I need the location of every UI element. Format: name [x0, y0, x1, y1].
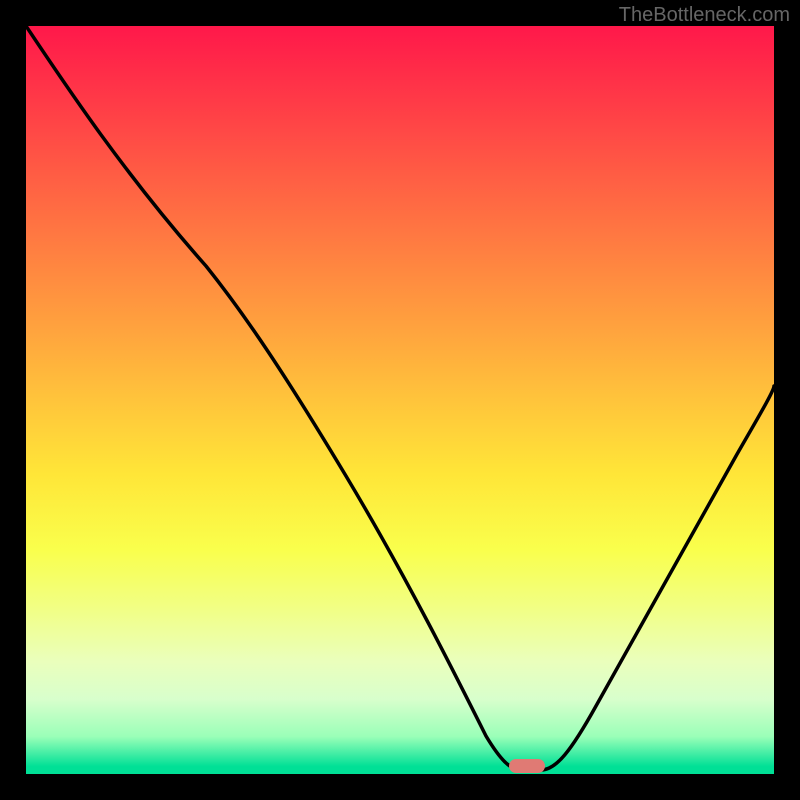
chart-container: TheBottleneck.com: [0, 0, 800, 800]
bottleneck-curve: [26, 26, 774, 774]
optimal-marker: [509, 759, 545, 773]
watermark-text: TheBottleneck.com: [619, 4, 790, 27]
plot-area: [26, 26, 774, 774]
curve-path: [26, 26, 774, 770]
